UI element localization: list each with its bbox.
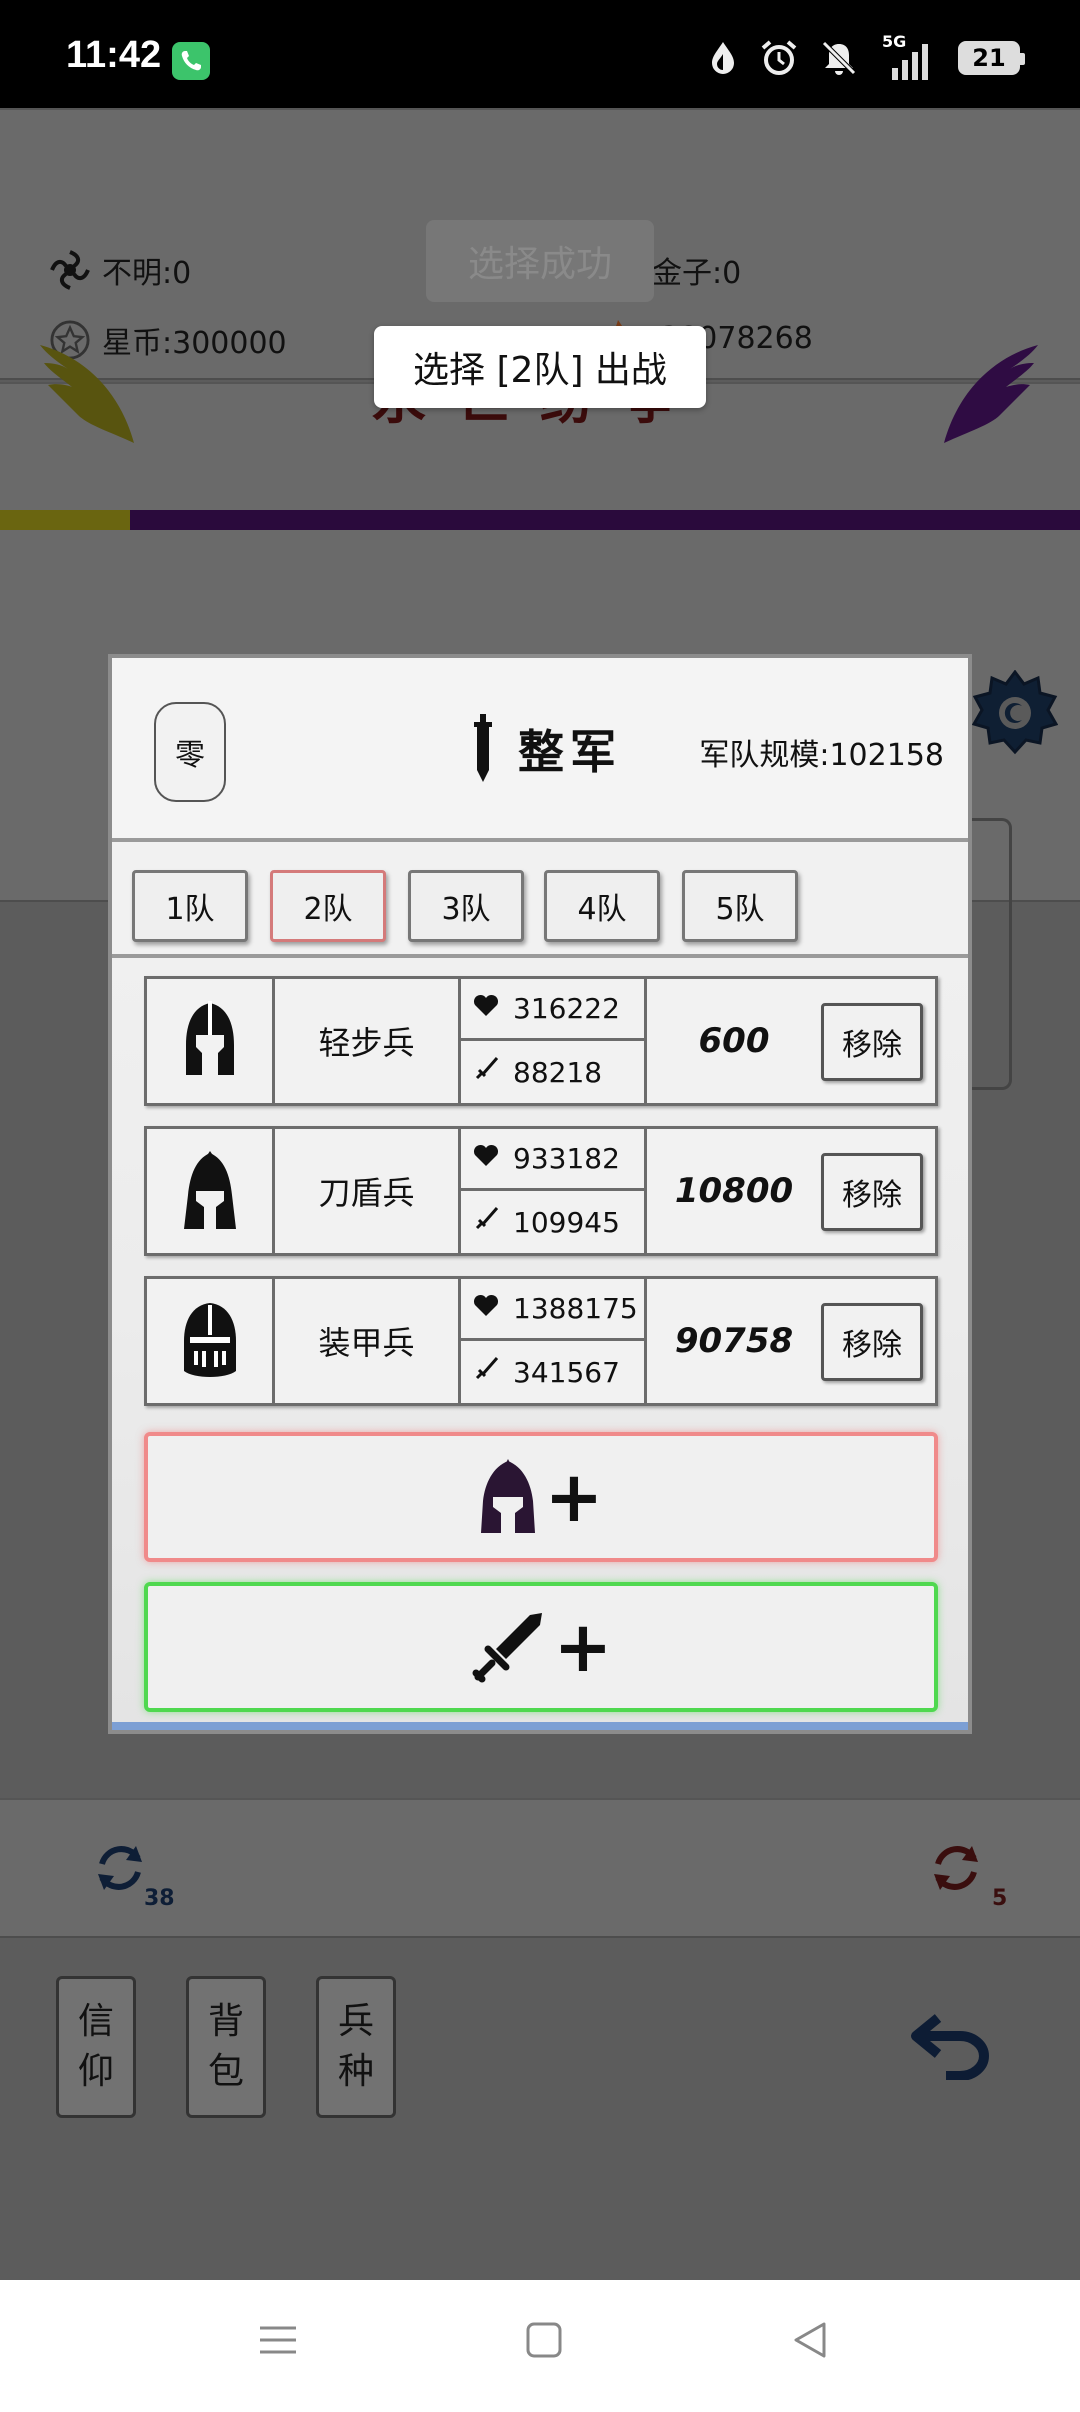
refresh-right-count: 5	[992, 1886, 1008, 1911]
status-icons: 5G 21	[708, 32, 1025, 80]
tab-team-5[interactable]: 5队	[682, 870, 798, 942]
refresh-left-icon[interactable]	[90, 1838, 150, 1898]
back-arrow-icon[interactable]	[910, 2010, 992, 2080]
home-icon[interactable]	[524, 2320, 564, 2360]
sword-small-icon	[473, 1356, 499, 1389]
alarm-icon	[761, 40, 797, 75]
unit-row: 刀盾兵 933182 109945 10800 移除	[144, 1126, 938, 1256]
army-size: 军队规模:102158	[699, 738, 944, 773]
refresh-right-icon[interactable]	[926, 1838, 986, 1898]
hp-value: 316222	[513, 992, 620, 1025]
unit-hp: 1388175	[461, 1279, 647, 1341]
swirl-icon	[50, 250, 90, 290]
sword-icon	[474, 714, 492, 782]
mute-bell-icon	[822, 41, 856, 75]
unit-count: 90758	[674, 1321, 794, 1361]
unknown-value: 不明:0	[102, 256, 192, 291]
troops-label-2: 种	[337, 2051, 374, 2092]
tab-team-2[interactable]: 2队	[270, 870, 386, 942]
remove-unit-button[interactable]: 移除	[821, 1303, 923, 1381]
progress-bar-purple	[130, 510, 1080, 530]
atk-value: 109945	[513, 1205, 620, 1239]
hp-value: 933182	[513, 1142, 620, 1175]
armor-helmet-icon	[147, 1279, 275, 1403]
plus-label: +	[544, 1456, 604, 1538]
back-icon[interactable]	[790, 2320, 830, 2360]
team-tabs: 1队 2队 3队 4队 5队	[112, 850, 968, 958]
unit-count: 10800	[674, 1171, 794, 1211]
status-time: 11:42	[66, 34, 162, 76]
troops-button[interactable]: 兵 种	[316, 1976, 396, 2118]
troops-label-1: 兵	[337, 2001, 374, 2042]
battery-level: 21	[972, 44, 1006, 72]
heart-icon	[473, 992, 499, 1025]
bag-label-1: 背	[207, 2001, 244, 2042]
toast-select-success: 选择成功	[426, 220, 654, 302]
helmet-add-icon	[480, 1459, 535, 1533]
bag-label-2: 包	[207, 2051, 244, 2092]
unit-attack: 88218	[461, 1041, 647, 1103]
signal-icon: 5G	[880, 32, 936, 80]
progress-bar-yellow	[0, 510, 130, 530]
menu-icon[interactable]	[258, 2320, 298, 2360]
zero-button[interactable]: 零	[154, 702, 226, 802]
modal-header: 零 整军 军队规模:102158	[112, 658, 968, 842]
unit-row: 轻步兵 316222 88218 600 移除	[144, 976, 938, 1106]
add-weapon-button[interactable]: +	[144, 1582, 938, 1712]
tab-team-4[interactable]: 4队	[544, 870, 660, 942]
modal-title: 整军	[472, 714, 622, 784]
tab-team-1[interactable]: 1队	[132, 870, 248, 942]
unit-name: 装甲兵	[275, 1279, 461, 1403]
faith-label-2: 仰	[77, 2051, 114, 2092]
bag-button[interactable]: 背 包	[186, 1976, 266, 2118]
battery-icon: 21	[958, 41, 1025, 75]
atk-value: 341567	[513, 1355, 620, 1389]
modal-bottom-strip	[112, 1722, 968, 1730]
gold-value: 金子:0	[652, 256, 742, 291]
light-helmet-icon	[147, 979, 275, 1103]
data-saver-icon	[712, 42, 734, 74]
sword-small-icon	[473, 1206, 499, 1239]
heart-icon	[473, 1142, 499, 1175]
refresh-panel	[0, 1798, 1080, 1938]
unit-attack: 341567	[461, 1341, 647, 1403]
hp-value: 1388175	[513, 1292, 638, 1325]
add-unit-button[interactable]: +	[144, 1432, 938, 1562]
sword-small-icon	[473, 1056, 499, 1089]
unit-name: 刀盾兵	[275, 1129, 461, 1253]
modal-title-text: 整军	[518, 725, 622, 779]
unit-row: 装甲兵 1388175 341567 90758 移除	[144, 1276, 938, 1406]
faith-button[interactable]: 信 仰	[56, 1976, 136, 2118]
plus-label: +	[553, 1606, 613, 1688]
unit-count: 600	[698, 1021, 770, 1061]
refresh-left-count: 38	[144, 1886, 175, 1911]
remove-unit-button[interactable]: 移除	[821, 1003, 923, 1081]
status-bar: 11:42 5G 21	[0, 0, 1080, 108]
unit-hp: 933182	[461, 1129, 647, 1191]
unit-name: 轻步兵	[275, 979, 461, 1103]
sword-add-icon	[472, 1613, 542, 1683]
settings-gear-icon[interactable]	[972, 670, 1058, 756]
unit-hp: 316222	[461, 979, 647, 1041]
phone-call-icon	[172, 42, 210, 80]
atk-value: 88218	[513, 1055, 603, 1089]
army-modal: 零 整军 军队规模:102158 1队 2队 3队 4队 5队 轻步兵 3162…	[108, 654, 972, 1734]
tab-team-3[interactable]: 3队	[408, 870, 524, 942]
resource-unknown: 不明:0	[50, 248, 191, 292]
shield-helmet-icon	[147, 1129, 275, 1253]
heart-icon	[473, 1292, 499, 1325]
unit-attack: 109945	[461, 1191, 647, 1253]
toast-team-selected: 选择 [2队] 出战	[374, 326, 706, 408]
navigation-bar	[0, 2280, 1080, 2412]
faith-label-1: 信	[77, 2001, 114, 2042]
remove-unit-button[interactable]: 移除	[821, 1153, 923, 1231]
